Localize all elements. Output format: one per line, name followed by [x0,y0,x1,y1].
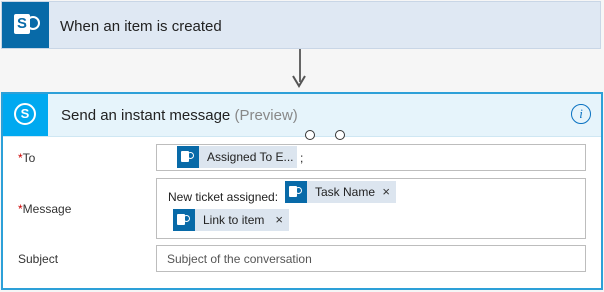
sharepoint-icon [173,209,195,231]
action-card[interactable]: S Send an instant message (Preview) i *T… [1,92,603,290]
action-title-text: Send an instant message [61,107,231,124]
trigger-title: When an item is created [60,18,222,35]
remove-token-icon[interactable]: × [275,209,283,231]
message-label: *Message [18,202,71,216]
to-label-text: To [22,151,36,165]
skype-icon: S [3,94,48,136]
preview-label: (Preview) [234,107,298,124]
sharepoint-icon [177,146,199,168]
trigger-card[interactable]: When an item is created [1,1,601,49]
to-separator: ; [300,151,304,165]
subject-label: Subject [18,252,59,266]
arrow-down-icon [292,75,306,88]
action-title: Send an instant message (Preview) [61,107,298,124]
token-link-to-item[interactable]: Link to item × [173,209,289,231]
message-text: New ticket assigned: [168,190,279,204]
to-label: *To [18,151,35,165]
subject-placeholder: Subject of the conversation [167,252,312,266]
token-label: Assigned To E... [207,150,294,164]
message-label-text: Message [22,202,72,216]
resize-handle-right[interactable] [335,130,345,140]
subject-field[interactable]: Subject of the conversation [156,245,586,272]
info-icon[interactable]: i [571,104,591,124]
token-assigned-to[interactable]: Assigned To E... [177,146,297,168]
token-label: Link to item [203,213,265,227]
token-label: Task Name [315,185,376,199]
remove-token-icon[interactable]: × [382,181,390,203]
sharepoint-icon [285,181,307,203]
message-field[interactable]: New ticket assigned: Task Name × Link to… [156,178,586,239]
resize-handle-left[interactable] [305,130,315,140]
to-field[interactable]: Assigned To E... ; [156,144,586,171]
token-task-name[interactable]: Task Name × [285,181,396,203]
sharepoint-icon [2,2,49,48]
action-header[interactable]: S Send an instant message (Preview) i [3,94,601,137]
